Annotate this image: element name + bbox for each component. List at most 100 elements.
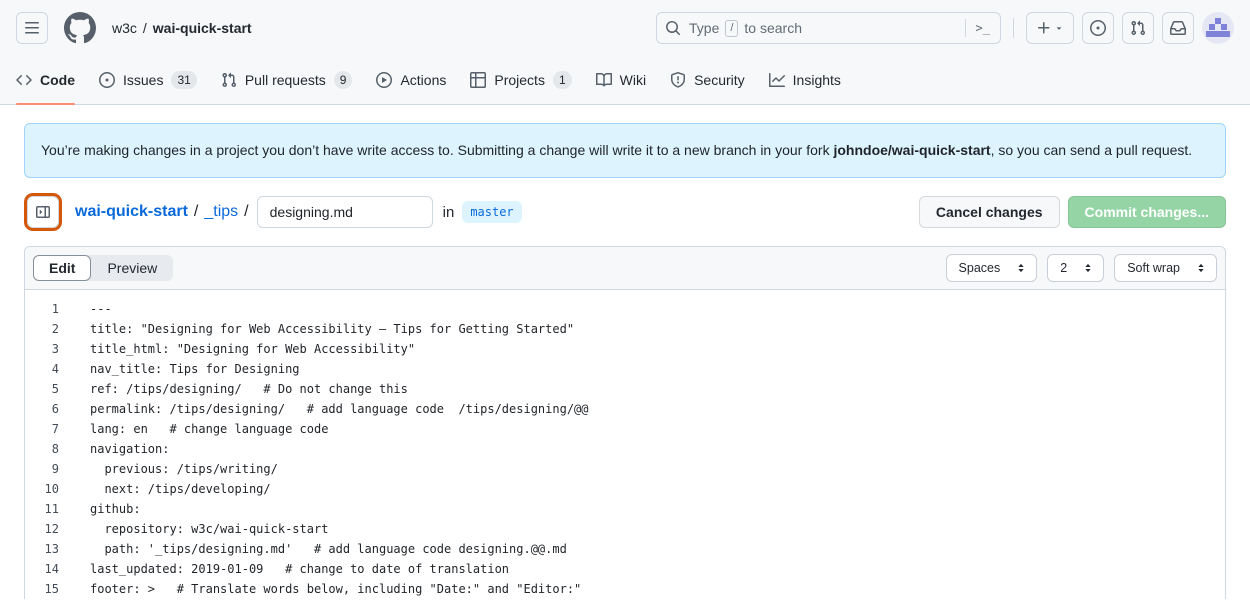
code-line[interactable]: 6permalink: /tips/designing/ # add langu… — [25, 399, 1225, 419]
code-line[interactable]: 7lang: en # change language code — [25, 419, 1225, 439]
sidebar-expand-icon — [35, 204, 51, 220]
line-number: 13 — [25, 542, 59, 556]
line-text: --- — [59, 302, 112, 316]
line-text: ref: /tips/designing/ # Do not change th… — [59, 382, 408, 396]
code-line[interactable]: 9 previous: /tips/writing/ — [25, 459, 1225, 479]
hamburger-menu-button[interactable] — [16, 12, 48, 44]
avatar[interactable] — [1202, 12, 1234, 44]
line-number: 7 — [25, 422, 59, 436]
file-bar: wai-quick-start / _tips / in master Canc… — [24, 196, 1226, 228]
graph-icon — [769, 72, 785, 88]
code-line[interactable]: 15footer: > # Translate words below, inc… — [25, 579, 1225, 599]
code-line[interactable]: 2title: "Designing for Web Accessibility… — [25, 319, 1225, 339]
create-new-button[interactable] — [1026, 12, 1074, 44]
tab-wiki[interactable]: Wiki — [588, 56, 654, 104]
header-divider — [1013, 18, 1014, 38]
line-text: last_updated: 2019-01-09 # change to dat… — [59, 562, 509, 576]
tab-label: Pull requests — [245, 72, 326, 88]
table-icon — [470, 72, 486, 88]
tab-insights[interactable]: Insights — [761, 56, 849, 104]
cancel-changes-button[interactable]: Cancel changes — [919, 196, 1060, 228]
line-text: github: — [59, 502, 141, 516]
code-line[interactable]: 1--- — [25, 299, 1225, 319]
code-line[interactable]: 5ref: /tips/designing/ # Do not change t… — [25, 379, 1225, 399]
line-number: 6 — [25, 402, 59, 416]
breadcrumb: w3c / wai-quick-start — [112, 20, 252, 36]
line-text: lang: en # change language code — [59, 422, 328, 436]
play-icon — [376, 72, 392, 88]
inbox-button[interactable] — [1162, 12, 1194, 44]
inbox-icon — [1170, 20, 1186, 36]
filename-input[interactable] — [257, 196, 433, 228]
indent-mode-select[interactable]: Spaces — [946, 254, 1038, 282]
breadcrumb-owner[interactable]: w3c — [112, 20, 137, 36]
fork-notice-banner: You’re making changes in a project you d… — [24, 123, 1226, 178]
repo-nav: Code Issues 31 Pull requests 9 Actions Project… — [0, 56, 1250, 105]
code-line[interactable]: 10 next: /tips/developing/ — [25, 479, 1225, 499]
line-number: 11 — [25, 502, 59, 516]
tab-code[interactable]: Code — [8, 56, 83, 104]
code-line[interactable]: 13 path: '_tips/designing.md' # add lang… — [25, 539, 1225, 559]
select-value: Spaces — [959, 261, 1001, 275]
tab-label: Actions — [400, 72, 446, 88]
breadcrumb-dir-link[interactable]: _tips — [204, 203, 238, 221]
unfold-icon — [1081, 261, 1095, 275]
line-number: 3 — [25, 342, 59, 356]
search-placeholder-before: Type — [689, 20, 719, 36]
tab-label: Issues — [123, 72, 163, 88]
git-pull-request-icon — [221, 72, 237, 88]
identicon-avatar — [1202, 12, 1234, 44]
tab-issues[interactable]: Issues 31 — [91, 56, 205, 104]
tab-projects[interactable]: Projects1 — [462, 56, 579, 104]
github-logo[interactable] — [64, 12, 96, 44]
code-line[interactable]: 11github: — [25, 499, 1225, 519]
breadcrumb-separator: / — [194, 203, 198, 221]
file-tree-toggle-button[interactable] — [27, 196, 59, 228]
indent-size-select[interactable]: 2 — [1047, 254, 1104, 282]
line-number: 9 — [25, 462, 59, 476]
git-pull-request-icon — [1130, 20, 1146, 36]
line-text: title_html: "Designing for Web Accessibi… — [59, 342, 415, 356]
hamburger-icon — [24, 20, 40, 36]
code-line[interactable]: 14last_updated: 2019-01-09 # change to d… — [25, 559, 1225, 579]
line-number: 4 — [25, 362, 59, 376]
edit-preview-tabs: Edit Preview — [33, 255, 173, 281]
tab-preview[interactable]: Preview — [91, 255, 173, 281]
branch-badge: master — [462, 201, 521, 223]
tab-label: Wiki — [620, 72, 646, 88]
code-editor[interactable]: 1---2title: "Designing for Web Accessibi… — [25, 290, 1225, 599]
line-number: 14 — [25, 562, 59, 576]
select-value: 2 — [1060, 261, 1067, 275]
tab-counter: 9 — [334, 71, 353, 89]
commit-changes-button[interactable]: Commit changes... — [1068, 196, 1226, 228]
tab-edit[interactable]: Edit — [33, 255, 91, 281]
breadcrumb-repo[interactable]: wai-quick-start — [153, 20, 252, 36]
unfold-icon — [1014, 261, 1028, 275]
issues-header-button[interactable] — [1082, 12, 1114, 44]
breadcrumb-repo-link[interactable]: wai-quick-start — [75, 203, 188, 221]
select-value: Soft wrap — [1127, 261, 1180, 275]
tab-counter: 31 — [171, 71, 196, 89]
code-line[interactable]: 12 repository: w3c/wai-quick-start — [25, 519, 1225, 539]
line-text: next: /tips/developing/ — [59, 482, 271, 496]
search-input[interactable]: Type / to search >_ — [656, 12, 1001, 44]
pull-requests-header-button[interactable] — [1122, 12, 1154, 44]
banner-fork-name: johndoe/wai-quick-start — [833, 142, 990, 158]
command-palette-hint[interactable]: >_ — [965, 19, 992, 37]
tab-actions[interactable]: Actions — [368, 56, 454, 104]
line-number: 2 — [25, 322, 59, 336]
tab-security[interactable]: Security — [662, 56, 753, 104]
code-lines: 1---2title: "Designing for Web Accessibi… — [25, 299, 1225, 599]
file-breadcrumb: wai-quick-start / _tips / — [75, 203, 249, 221]
code-line[interactable]: 8navigation: — [25, 439, 1225, 459]
tab-pull-requests[interactable]: Pull requests 9 — [213, 56, 361, 104]
wrap-mode-select[interactable]: Soft wrap — [1114, 254, 1217, 282]
breadcrumb-separator: / — [244, 203, 248, 221]
line-text: footer: > # Translate words below, inclu… — [59, 582, 581, 596]
shield-icon — [670, 72, 686, 88]
code-line[interactable]: 4nav_title: Tips for Designing — [25, 359, 1225, 379]
tab-counter: 1 — [553, 71, 572, 89]
line-number: 10 — [25, 482, 59, 496]
code-line[interactable]: 3title_html: "Designing for Web Accessib… — [25, 339, 1225, 359]
in-label: in — [443, 204, 455, 221]
